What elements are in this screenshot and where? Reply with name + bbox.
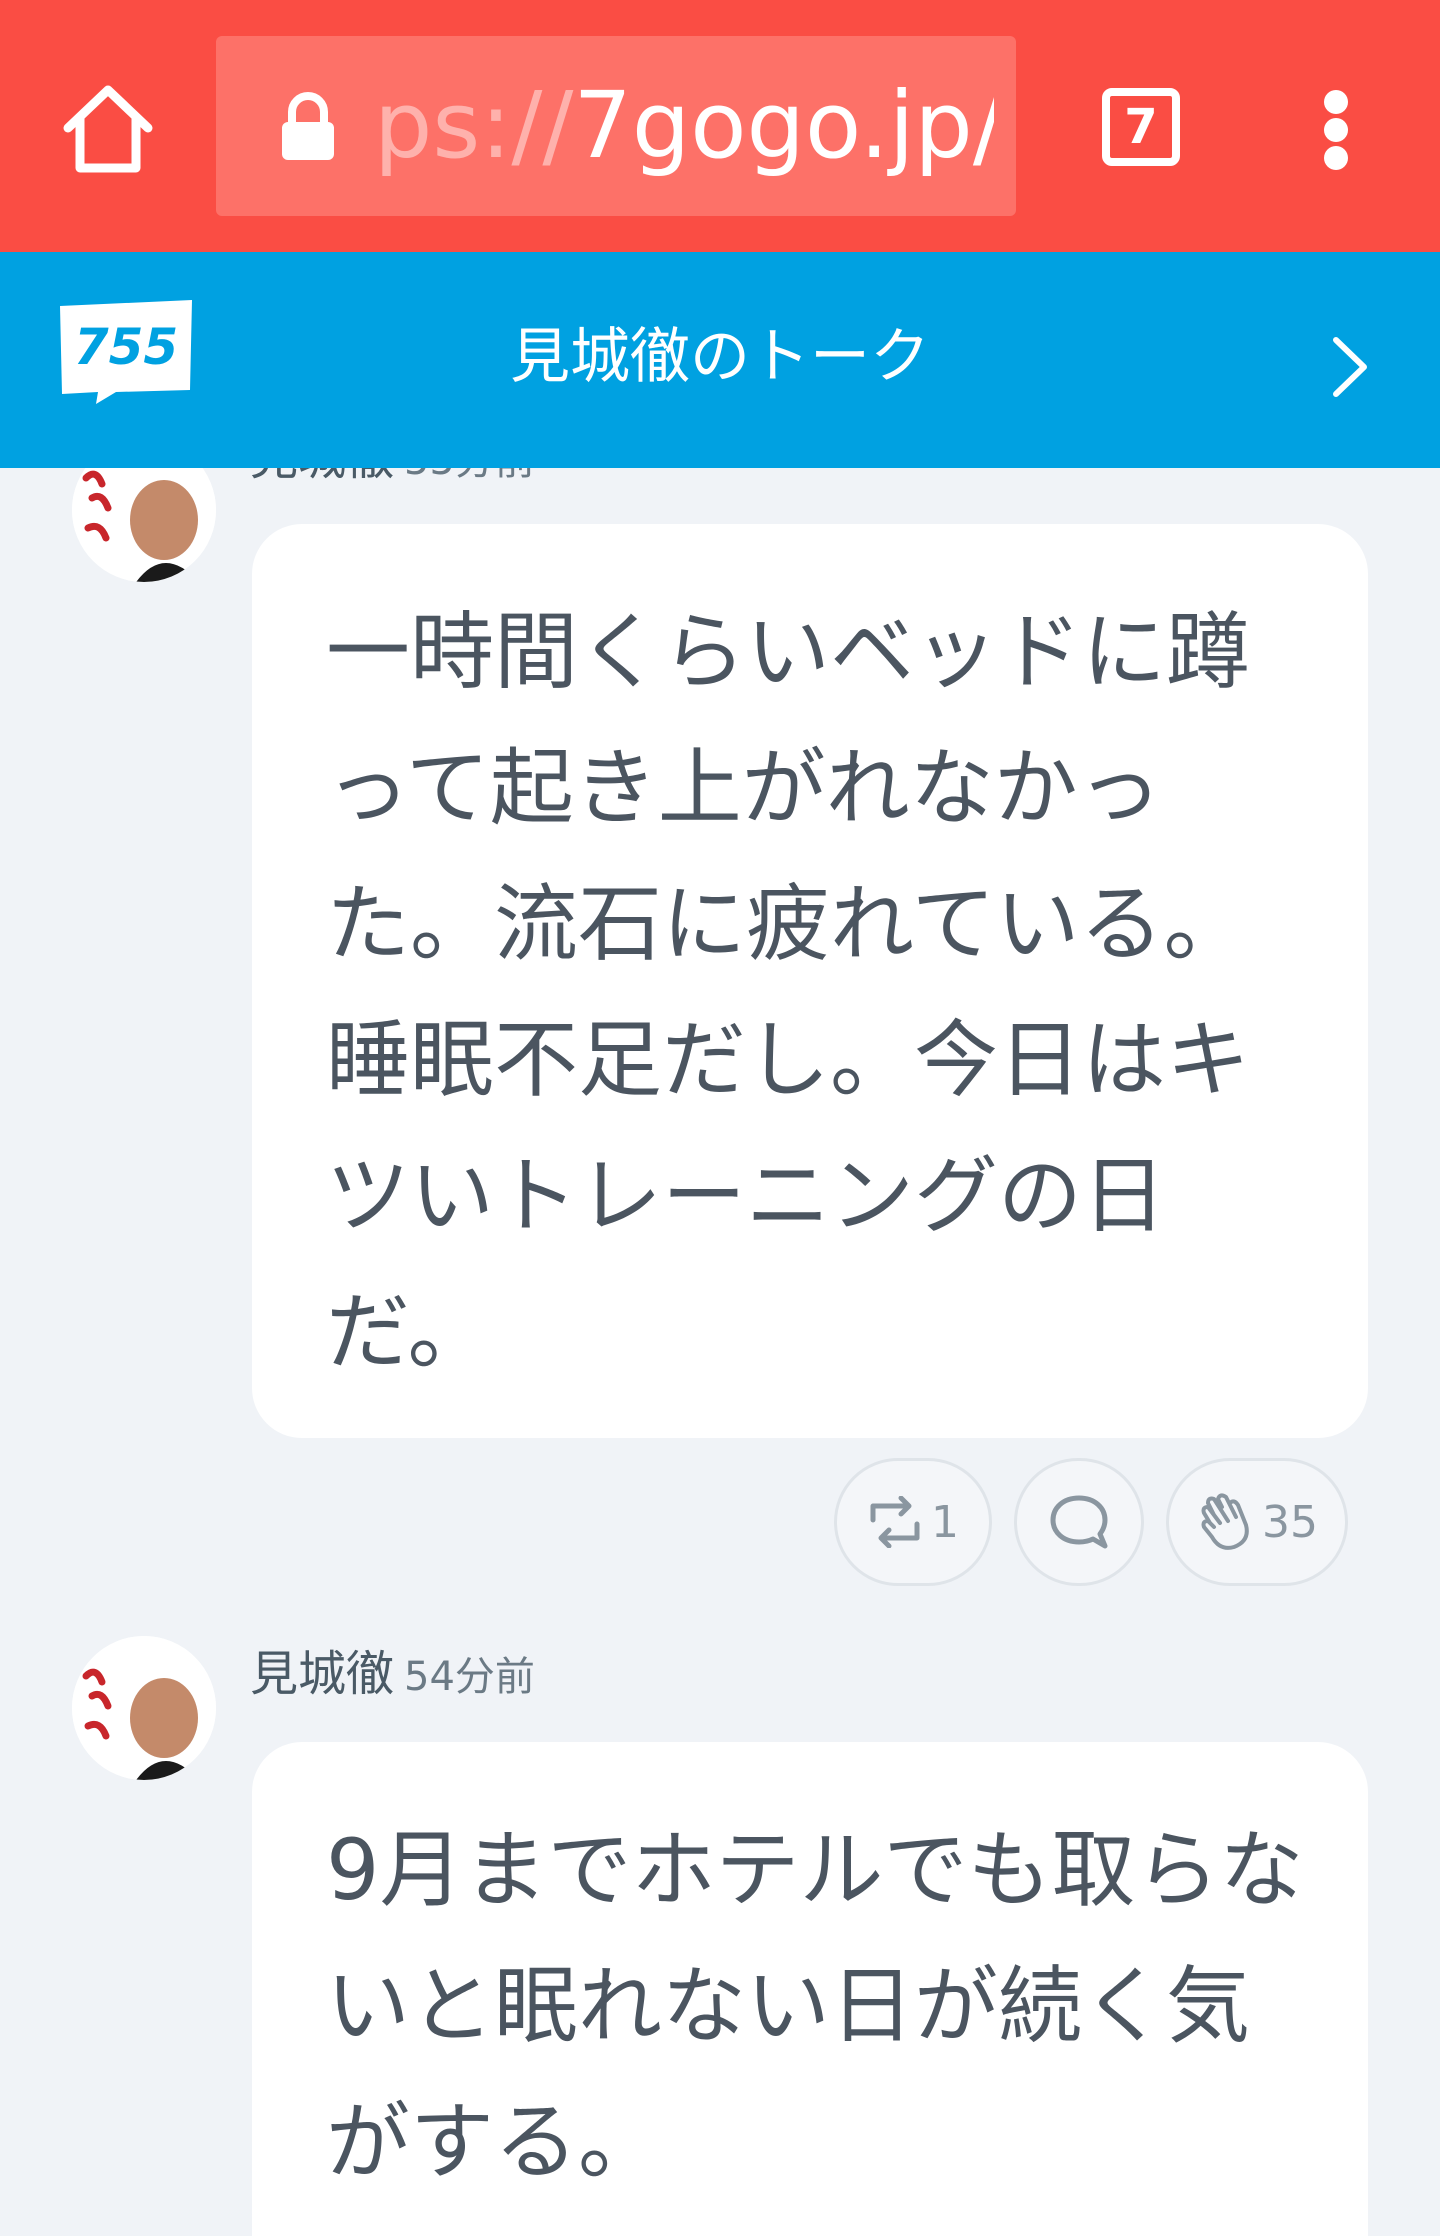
home-icon [63, 85, 153, 173]
post-meta: 見城徹 54分前 [250, 1644, 535, 1704]
url-text: ps://7gogo.jp/c [374, 66, 994, 186]
clap-button[interactable]: 35 [1166, 1458, 1348, 1586]
more-menu-button[interactable] [1300, 80, 1372, 180]
talk-feed[interactable]: 見城徹 55分前 一時間くらいベッドに蹲って起き上がれなかった。流石に疲れている。… [0, 468, 1440, 2236]
avatar-image [72, 1636, 216, 1780]
message-bubble: 一時間くらいベッドに蹲って起き上がれなかった。流石に疲れている。睡眠不足だし。今… [252, 524, 1368, 1438]
app-header: 755 見城徹のトーク [0, 252, 1440, 468]
clap-icon [1201, 1493, 1249, 1550]
url-domain: 7gogo.jp/c [573, 72, 994, 179]
message-bubble: 9月までホテルでも取らないと眠れない日が続く気がする。 [252, 1742, 1368, 2236]
lock-icon [282, 92, 334, 160]
post-meta: 見城徹 55分前 [250, 468, 535, 488]
author-name[interactable]: 見城徹 [250, 1646, 394, 1702]
avatar-image [72, 468, 216, 582]
post-time: 54分前 [404, 1654, 535, 1700]
clap-count: 35 [1262, 1496, 1318, 1548]
logo-text: 755 [74, 318, 178, 376]
avatar[interactable] [72, 1636, 216, 1780]
repost-icon [870, 1496, 920, 1548]
app-logo[interactable]: 755 [56, 296, 196, 406]
tabs-button[interactable]: 7 [1102, 88, 1180, 166]
repost-count: 1 [931, 1496, 959, 1548]
comment-button[interactable] [1014, 1458, 1144, 1586]
repost-button[interactable]: 1 [834, 1458, 992, 1586]
chevron-right-icon[interactable] [1326, 332, 1374, 402]
home-button[interactable] [58, 80, 158, 180]
browser-toolbar: ps://7gogo.jp/c 7 [0, 0, 1440, 252]
url-prefix: ps:// [374, 72, 574, 179]
avatar[interactable] [72, 468, 216, 582]
url-bar[interactable]: ps://7gogo.jp/c [216, 36, 1016, 216]
message-text: 9月までホテルでも取らないと眠れない日が続く気がする。 [326, 1821, 1304, 2191]
post-time: 55分前 [404, 468, 535, 484]
author-name[interactable]: 見城徹 [250, 468, 394, 486]
comment-icon [1050, 1495, 1108, 1549]
page-title: 見城徹のトーク [510, 322, 930, 392]
message-text: 一時間くらいベッドに蹲って起き上がれなかった。流石に疲れている。睡眠不足だし。今… [326, 603, 1251, 1381]
page: ps://7gogo.jp/c 7 755 見城徹のトーク [0, 0, 1440, 2236]
